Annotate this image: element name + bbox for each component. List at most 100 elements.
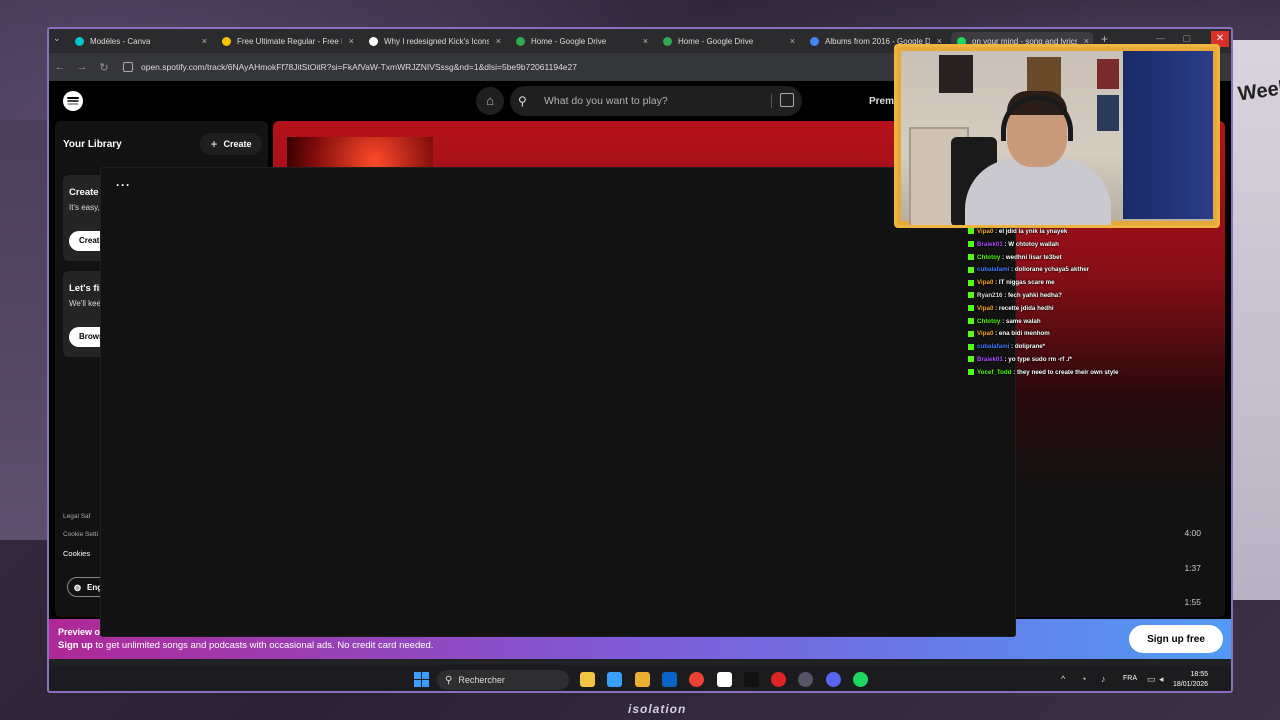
stream-chat-overlay: Vipa0 : el jdid la ynik la ynayek Braiek0… xyxy=(968,228,1238,382)
chat-message: Chtotoy : same walah xyxy=(968,318,1238,331)
search-input[interactable]: ⚲ What do you want to play? xyxy=(510,86,802,116)
webcam-overlay xyxy=(894,44,1220,228)
steam-icon[interactable] xyxy=(798,672,814,687)
volume-icon[interactable]: ◂ xyxy=(1159,674,1164,685)
chat-text: : yo type sudo rm -rf ./* xyxy=(1002,355,1072,363)
chat-message: Vipa0 : IT niggas scare me xyxy=(968,279,1238,292)
tray-app-icon[interactable]: ◔ xyxy=(1081,674,1086,684)
url-field[interactable]: open.spotify.com/track/6NAyAHmokFf78JitS… xyxy=(123,62,577,72)
webcam-poster xyxy=(1097,59,1119,89)
tab-close-icon[interactable]: × xyxy=(202,36,207,46)
track-duration: 1:55 xyxy=(1184,597,1201,607)
maximize-icon[interactable]: ▢ xyxy=(1182,33,1191,44)
chat-text: : W chtotoy wallah xyxy=(1002,240,1059,248)
chat-username: Ryan216 xyxy=(977,291,1003,299)
banner-description: to get unlimited songs and podcasts with… xyxy=(92,640,434,651)
track-duration: 1:37 xyxy=(1184,563,1201,573)
taskbar-search-label: Rechercher xyxy=(458,675,505,685)
webcam-poster xyxy=(1097,95,1119,131)
taskbar-search-input[interactable]: ⚲ Rechercher xyxy=(437,670,569,690)
browse-icon[interactable] xyxy=(780,93,794,107)
copilot-icon[interactable] xyxy=(607,672,623,687)
url-text: open.spotify.com/track/6NAyAHmokFf78JitS… xyxy=(141,62,577,72)
browser-tab[interactable]: Modèles - Canva × xyxy=(69,32,211,50)
home-icon[interactable]: ⌂ xyxy=(476,87,504,115)
chrome-icon[interactable] xyxy=(689,672,705,687)
tab-title: Modèles - Canva xyxy=(90,36,151,46)
banner-title: Preview of xyxy=(58,627,104,637)
chat-message: Braiek01 : W chtotoy wallah xyxy=(968,241,1238,254)
back-icon[interactable]: ← xyxy=(49,61,71,73)
chat-text: : doliprane* xyxy=(1009,343,1046,351)
chat-message: cubalafami : doliprane* xyxy=(968,343,1238,356)
chat-text: : doliorane ychaya5 akther xyxy=(1009,266,1090,274)
site-info-icon[interactable] xyxy=(123,62,133,72)
chat-text: : same walah xyxy=(1000,317,1041,325)
microphone-icon[interactable]: ♪ xyxy=(1101,674,1106,684)
search-icon: ⚲ xyxy=(518,94,527,108)
legal-links[interactable]: Legal Saf xyxy=(63,513,90,520)
file-explorer-icon[interactable] xyxy=(580,672,595,687)
premium-link[interactable]: Premi xyxy=(869,96,897,107)
tab-menu-icon[interactable]: ⌄ xyxy=(53,33,61,44)
chevron-up-icon[interactable]: ^ xyxy=(1061,674,1065,684)
chat-badge-icon xyxy=(968,343,974,350)
chat-badge-icon xyxy=(968,228,974,235)
windows-start-icon[interactable] xyxy=(414,672,429,687)
create-button[interactable]: + Create xyxy=(200,133,262,155)
clock-date: 18/01/2026 xyxy=(1173,681,1209,688)
tab-close-icon[interactable]: × xyxy=(496,36,501,46)
tab-title: Free Ultimate Regular - Free Icons xyxy=(237,36,342,46)
outlook-icon[interactable] xyxy=(661,672,677,687)
browser-tab[interactable]: Free Ultimate Regular - Free Icons × xyxy=(216,32,358,50)
tab-close-icon[interactable]: × xyxy=(349,36,354,46)
discord-icon[interactable] xyxy=(825,672,841,687)
browser-tab[interactable]: Home - Google Drive × xyxy=(657,32,799,50)
chat-badge-icon xyxy=(968,330,974,337)
tab-favicon-icon xyxy=(663,36,672,46)
more-options-icon[interactable]: ··· xyxy=(116,178,131,192)
opera-icon[interactable] xyxy=(771,672,787,687)
popup-panel: ··· xyxy=(100,167,1016,637)
notion-icon[interactable] xyxy=(716,672,732,687)
globe-icon: ◍ xyxy=(74,582,81,592)
clock[interactable]: 18:55 18/01/2026 xyxy=(1173,670,1208,690)
chat-text: : wedhni lisar te3bet xyxy=(1000,253,1062,261)
chat-username: Chtotoy xyxy=(977,317,1001,325)
signup-free-button[interactable]: Sign up free xyxy=(1129,625,1223,653)
chat-message: Ryan216 : fech yahki hedha? xyxy=(968,292,1238,305)
search-placeholder: What do you want to play? xyxy=(544,95,668,107)
chat-badge-icon xyxy=(968,356,974,363)
network-icon[interactable]: ▭ xyxy=(1147,674,1156,685)
forward-icon[interactable]: → xyxy=(71,61,93,73)
chat-username: Chtotoy xyxy=(977,253,1001,261)
signup-link[interactable]: Sign up xyxy=(58,640,93,651)
track-duration: 4:00 xyxy=(1184,528,1201,538)
reload-icon[interactable]: ↻ xyxy=(93,61,115,74)
chat-username: Braiek01 xyxy=(977,240,1003,248)
chat-message: cubalafami : doliorane ychaya5 akther xyxy=(968,266,1238,279)
chat-username: Vipa0 xyxy=(977,279,994,287)
tiktok-icon[interactable] xyxy=(743,672,759,687)
chat-text: : el jdid la ynik la ynayek xyxy=(993,228,1068,235)
cookie-settings-link[interactable]: Cookie Setti xyxy=(63,531,98,538)
webcam-poster xyxy=(939,55,973,93)
store-icon[interactable] xyxy=(634,672,650,687)
chat-username: Braiek01 xyxy=(977,355,1003,363)
tab-favicon-icon xyxy=(75,36,84,46)
spotify-icon[interactable] xyxy=(853,672,868,687)
card-text: We'll kee xyxy=(69,299,102,308)
tab-close-icon[interactable]: × xyxy=(643,36,648,46)
chat-text: : fech yahki hedha? xyxy=(1002,291,1062,299)
clock-time: 18:55 xyxy=(1190,671,1209,678)
browser-tab[interactable]: Home - Google Drive × xyxy=(510,32,652,50)
chat-text: : IT niggas scare me xyxy=(993,279,1055,287)
minimize-icon[interactable]: — xyxy=(1156,33,1165,43)
browser-tab[interactable]: Why I redesigned Kick's Icons. × xyxy=(363,32,505,50)
spotify-logo-icon[interactable] xyxy=(63,91,83,111)
tab-close-icon[interactable]: × xyxy=(790,36,795,46)
webcam-person-body xyxy=(965,159,1111,225)
chat-badge-icon xyxy=(968,266,974,273)
input-language-indicator[interactable]: FRA xyxy=(1123,675,1137,682)
cookies-link[interactable]: Cookies xyxy=(63,549,90,558)
